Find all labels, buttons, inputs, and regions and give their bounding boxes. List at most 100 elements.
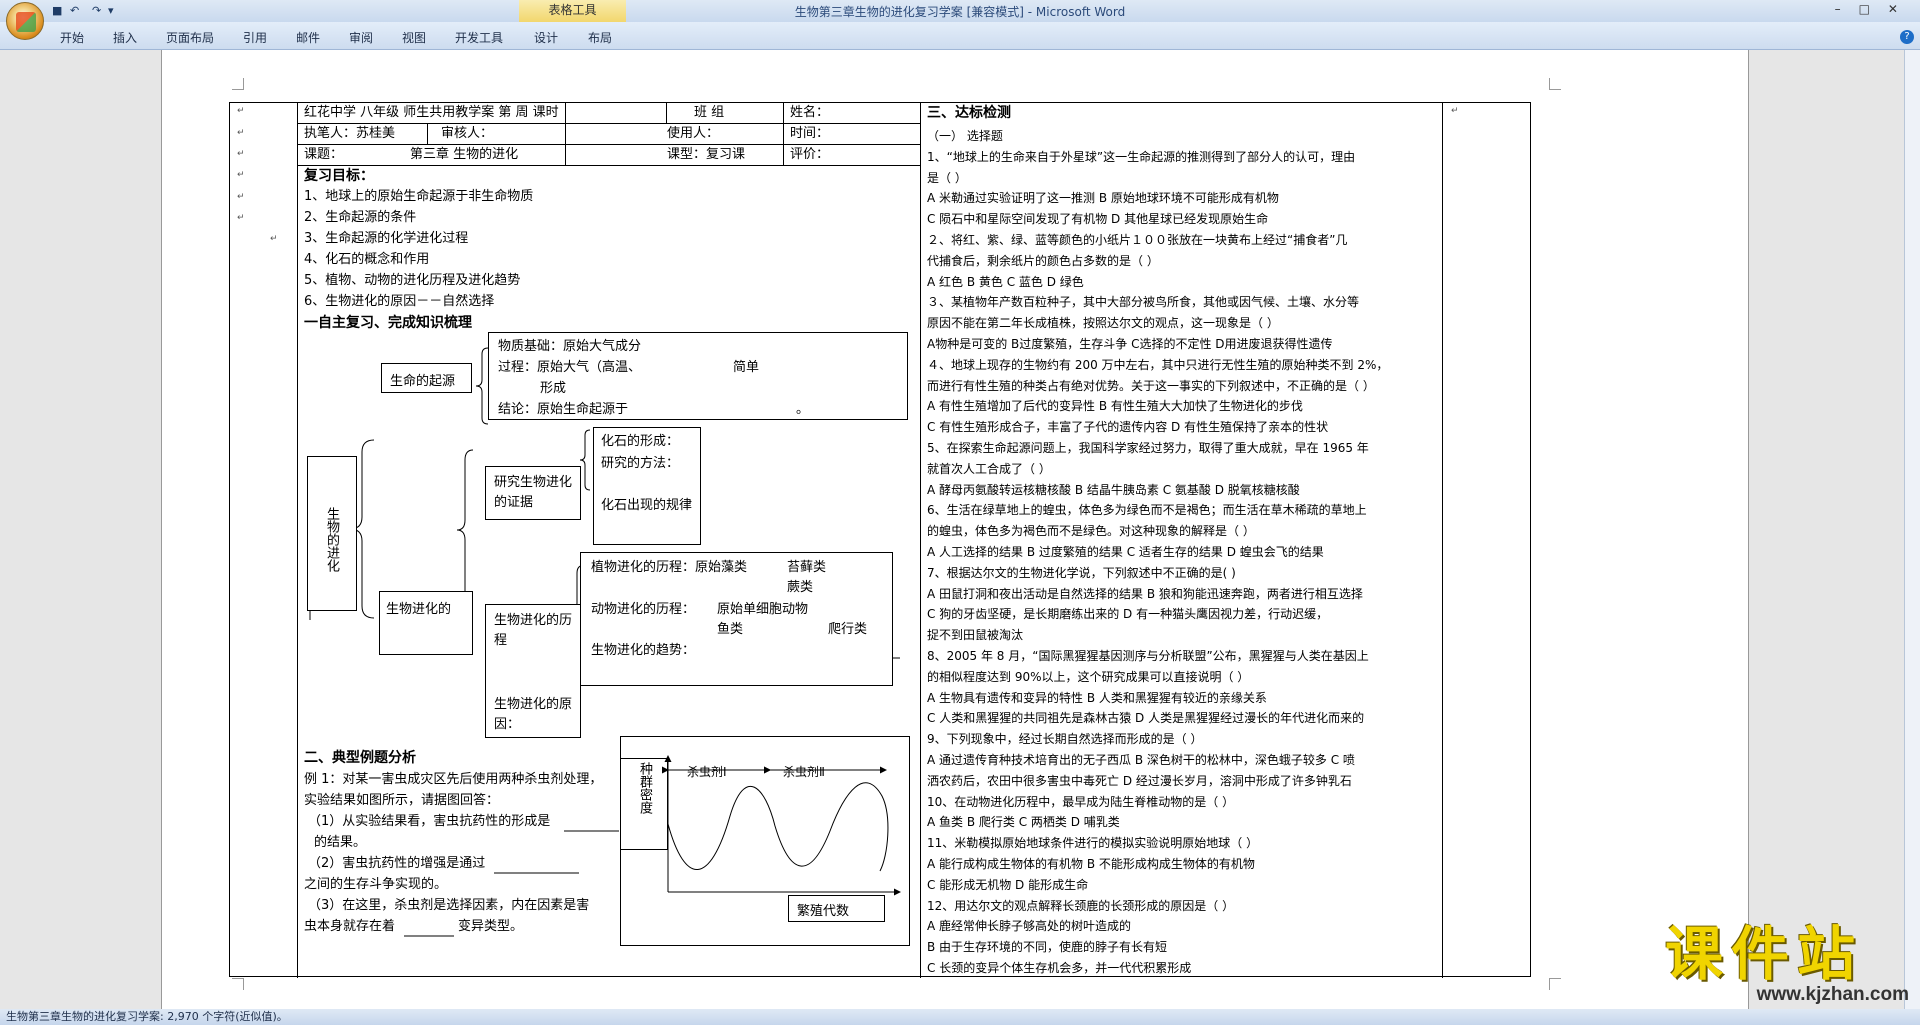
example-line: 例 1：对某一害虫成灾区先后使用两种杀虫剂处理， — [304, 772, 603, 787]
quiz-line: 原因不能在第二年长成植株，按照达尔文的观点，这一现象是（ ） — [927, 316, 1279, 331]
crop-mark — [232, 978, 244, 990]
table-border — [297, 144, 920, 145]
diagram-cause-title: 生物进化的原因： — [494, 697, 573, 732]
quiz-line: 就首次人工合成了（ ） — [927, 461, 1051, 476]
table-border — [297, 165, 920, 166]
quiz-line: 11、米勒模拟原始地球条件进行的模拟实验说明原始地球（ ） — [927, 836, 1259, 851]
status-text: 生物第三章生物的进化复习学案: 2,970 个字符(近似值)。 — [6, 1010, 288, 1023]
quiz-line: 洒农药后，农田中很多害虫中毒死亡 D 经过漫长岁月，溶洞中形成了许多钟乳石 — [927, 773, 1352, 788]
crop-mark — [1549, 978, 1561, 990]
table-border — [1442, 103, 1443, 978]
tab-design[interactable]: 设计 — [534, 29, 558, 46]
title-bar: ■ ↶ ↷ ▾ 表格工具 生物第三章生物的进化复习学案 [兼容模式] - Mic… — [0, 0, 1920, 22]
quiz-line: ４、地球上现存的生物约有 200 万中左右，其中只进行无性生殖的原始种类不到 2… — [927, 357, 1389, 372]
table-border — [297, 103, 298, 978]
app-name: Microsoft Word — [1035, 5, 1126, 19]
quiz-line: 10、在动物进化历程中，最早成为陆生脊椎动物的是（ ） — [927, 794, 1235, 809]
example-line: 实验结果如图所示，请据图回答： — [304, 793, 500, 808]
objective-item: 5、植物、动物的进化历程及进化趋势 — [304, 273, 521, 288]
quiz-line: C 陨石中和星际空间发现了有机物 D 其他星球已经发现原始生命 — [927, 212, 1269, 227]
tab-home[interactable]: 开始 — [60, 29, 84, 46]
qat-more-icon[interactable]: ▾ — [108, 3, 114, 19]
quiz-line: A 能行成构成生物体的有机物 B 不能形成构成生物体的有机物 — [927, 857, 1255, 871]
objective-item: 1、地球上的原始生命起源于非生命物质 — [304, 189, 534, 204]
diagram-root-label: 生物的进化 — [324, 507, 339, 572]
diagram-simple: 简单 — [733, 360, 760, 375]
tab-insert[interactable]: 插入 — [113, 29, 137, 46]
diagram-course-box: 生物进化的历程 生物进化的原因： — [485, 604, 581, 738]
right-title: 三、达标检测 — [927, 105, 1011, 121]
tab-view[interactable]: 视图 — [402, 29, 426, 46]
quiz-line: 6、生活在绿草地上的蝗虫，体色多为绿色而不是褐色；而生活在草木稀疏的草地上 — [927, 503, 1367, 518]
header-writer: 执笔人：苏桂美 — [304, 126, 396, 141]
vertical-scrollbar[interactable] — [1904, 50, 1920, 1013]
quiz-line: A 红色 B 黄色 C 蓝色 D 绿色 — [927, 274, 1084, 289]
save-icon[interactable]: ■ — [52, 3, 62, 19]
objectives-title: 复习目标： — [304, 168, 374, 184]
diagram-conclusion-end: 。 — [796, 402, 810, 417]
tab-layout[interactable]: 布局 — [588, 29, 612, 46]
crop-mark — [232, 78, 244, 90]
quiz-line: 的相似程度达到 90%以上，这个研究成果可以直接说明（ ） — [927, 669, 1250, 684]
quiz-line: 而进行有性生殖的种类占有绝对优势。关于这一事实的下列叙述中，不正确的是（ ） — [927, 378, 1375, 393]
window-controls[interactable]: –□✕ — [1835, 2, 1916, 16]
diagram-moss: 苔藓类 — [787, 560, 827, 575]
quiz-line: C 能形成无机物 D 能形成生命 — [927, 877, 1089, 892]
quiz-line: A 生物具有遗传和变异的特性 B 人类和黑猩猩有较近的亲缘关系 — [927, 690, 1267, 705]
quiz-line: A 酵母丙氨酸转运核糖核酸 B 结晶牛胰岛素 C 氨基酸 D 脱氧核糖核酸 — [927, 482, 1300, 497]
header-topic: 第三章 生物的进化 — [410, 147, 519, 162]
quiz-line: A 米勒通过实验证明了这一推测 B 原始地球环境不可能形成有机物 — [927, 191, 1279, 206]
help-icon[interactable]: ? — [1900, 30, 1914, 44]
quiz-line: A 有性生殖增加了后代的变异性 B 有性生殖大大加快了生物进化的步伐 — [927, 399, 1303, 414]
table-border — [666, 103, 667, 123]
objective-item: 3、生命起源的化学进化过程 — [304, 231, 469, 246]
blank-lines — [404, 830, 619, 937]
quiz-line: A 通过遗传育种技术培育出的无子西瓜 B 深色树干的松林中，深色蛾子较多 C 喷 — [927, 753, 1355, 767]
undo-icon[interactable]: ↶ — [70, 3, 79, 19]
office-logo-icon — [16, 12, 36, 32]
quiz-line: B 由于生存环境的不同，使鹿的脖子有长有短 — [927, 940, 1168, 955]
diagram-course-title: 生物进化的历程 — [494, 613, 573, 648]
quiz-line: 是（ ） — [927, 170, 967, 185]
header-time: 时间： — [790, 126, 830, 141]
figure-xlabel-box: 繁殖代数 — [788, 895, 885, 922]
objective-item: 4、化石的概念和作用 — [304, 252, 430, 267]
quiz-line: A 鱼类 B 爬行类 C 两栖类 D 哺乳类 — [927, 815, 1120, 830]
diagram-fern: 蕨类 — [787, 580, 814, 595]
header-school: 红花中学 八年级 师生共用教学案 第 周 课时 — [304, 105, 559, 120]
diagram-process: 过程：原始大气（高温、 — [498, 360, 642, 375]
header-lesson-type: 课型：复习课 — [667, 147, 746, 162]
diagram-study-box: 研究生物进化的证据 — [485, 466, 581, 520]
tab-references[interactable]: 引用 — [243, 29, 267, 46]
quiz-line: 9、下列现象中，经过长期自然选择而形成的是（ ） — [927, 732, 1203, 747]
tab-review[interactable]: 审阅 — [349, 29, 373, 46]
header-name: 姓名： — [790, 105, 830, 120]
watermark-logo: 课件站 — [1665, 920, 1864, 988]
header-class: 班 组 — [694, 105, 725, 120]
table-border — [297, 123, 920, 124]
diagram-trend: 生物进化的趋势： — [591, 643, 696, 658]
quiz-line: A物种是可变的 B过度繁殖，生存斗争 C选择的不定性 D用进废退获得性遗传 — [927, 337, 1333, 351]
watermark: 课件站 www.kjzhan.com — [1665, 920, 1915, 1005]
section2-title: 二、典型例题分析 — [304, 750, 416, 766]
quiz-line: 代捕食后，剩余纸片的颜色占多数的是（ ） — [927, 253, 1159, 268]
tab-mailings[interactable]: 邮件 — [296, 29, 320, 46]
quiz-line: C 人类和黑猩猩的共同祖先是森林古猿 D 人类是黑猩猩经过漫长的年代进化而来的 — [927, 711, 1365, 726]
diagram-plant-course: 植物进化的历程：原始藻类 — [591, 560, 748, 575]
diagram-study-method: 研究的方法： — [601, 456, 680, 471]
table-border — [920, 103, 921, 978]
redo-icon[interactable]: ↷ — [92, 3, 101, 19]
tab-page-layout[interactable]: 页面布局 — [166, 29, 214, 46]
diagram-origin-label: 生命的起源 — [390, 374, 456, 389]
diagram-material: 物质基础：原始大气成分 — [498, 339, 642, 354]
objective-item: 2、生命起源的条件 — [304, 210, 417, 225]
table-tools-context-tab: 表格工具 — [519, 0, 626, 22]
office-button[interactable] — [6, 2, 44, 40]
tab-developer[interactable]: 开发工具 — [455, 29, 503, 46]
diagram-conclusion: 结论：原始生命起源于 — [498, 402, 629, 417]
document-title: 生物第三章生物的进化复习学案 [兼容模式] - — [794, 5, 1036, 19]
diagram-origin-box: 生命的起源 — [381, 363, 472, 393]
quiz-line: C 长颈的变异个体生存机会多，并一代代积累形成 — [927, 961, 1192, 975]
diagram-fossil-law: 化石出现的规律 — [601, 498, 693, 513]
quiz-line: A 田鼠打洞和夜出活动是自然选择的结果 B 狼和狗能迅速奔跑，两者进行相互选择 — [927, 586, 1363, 601]
